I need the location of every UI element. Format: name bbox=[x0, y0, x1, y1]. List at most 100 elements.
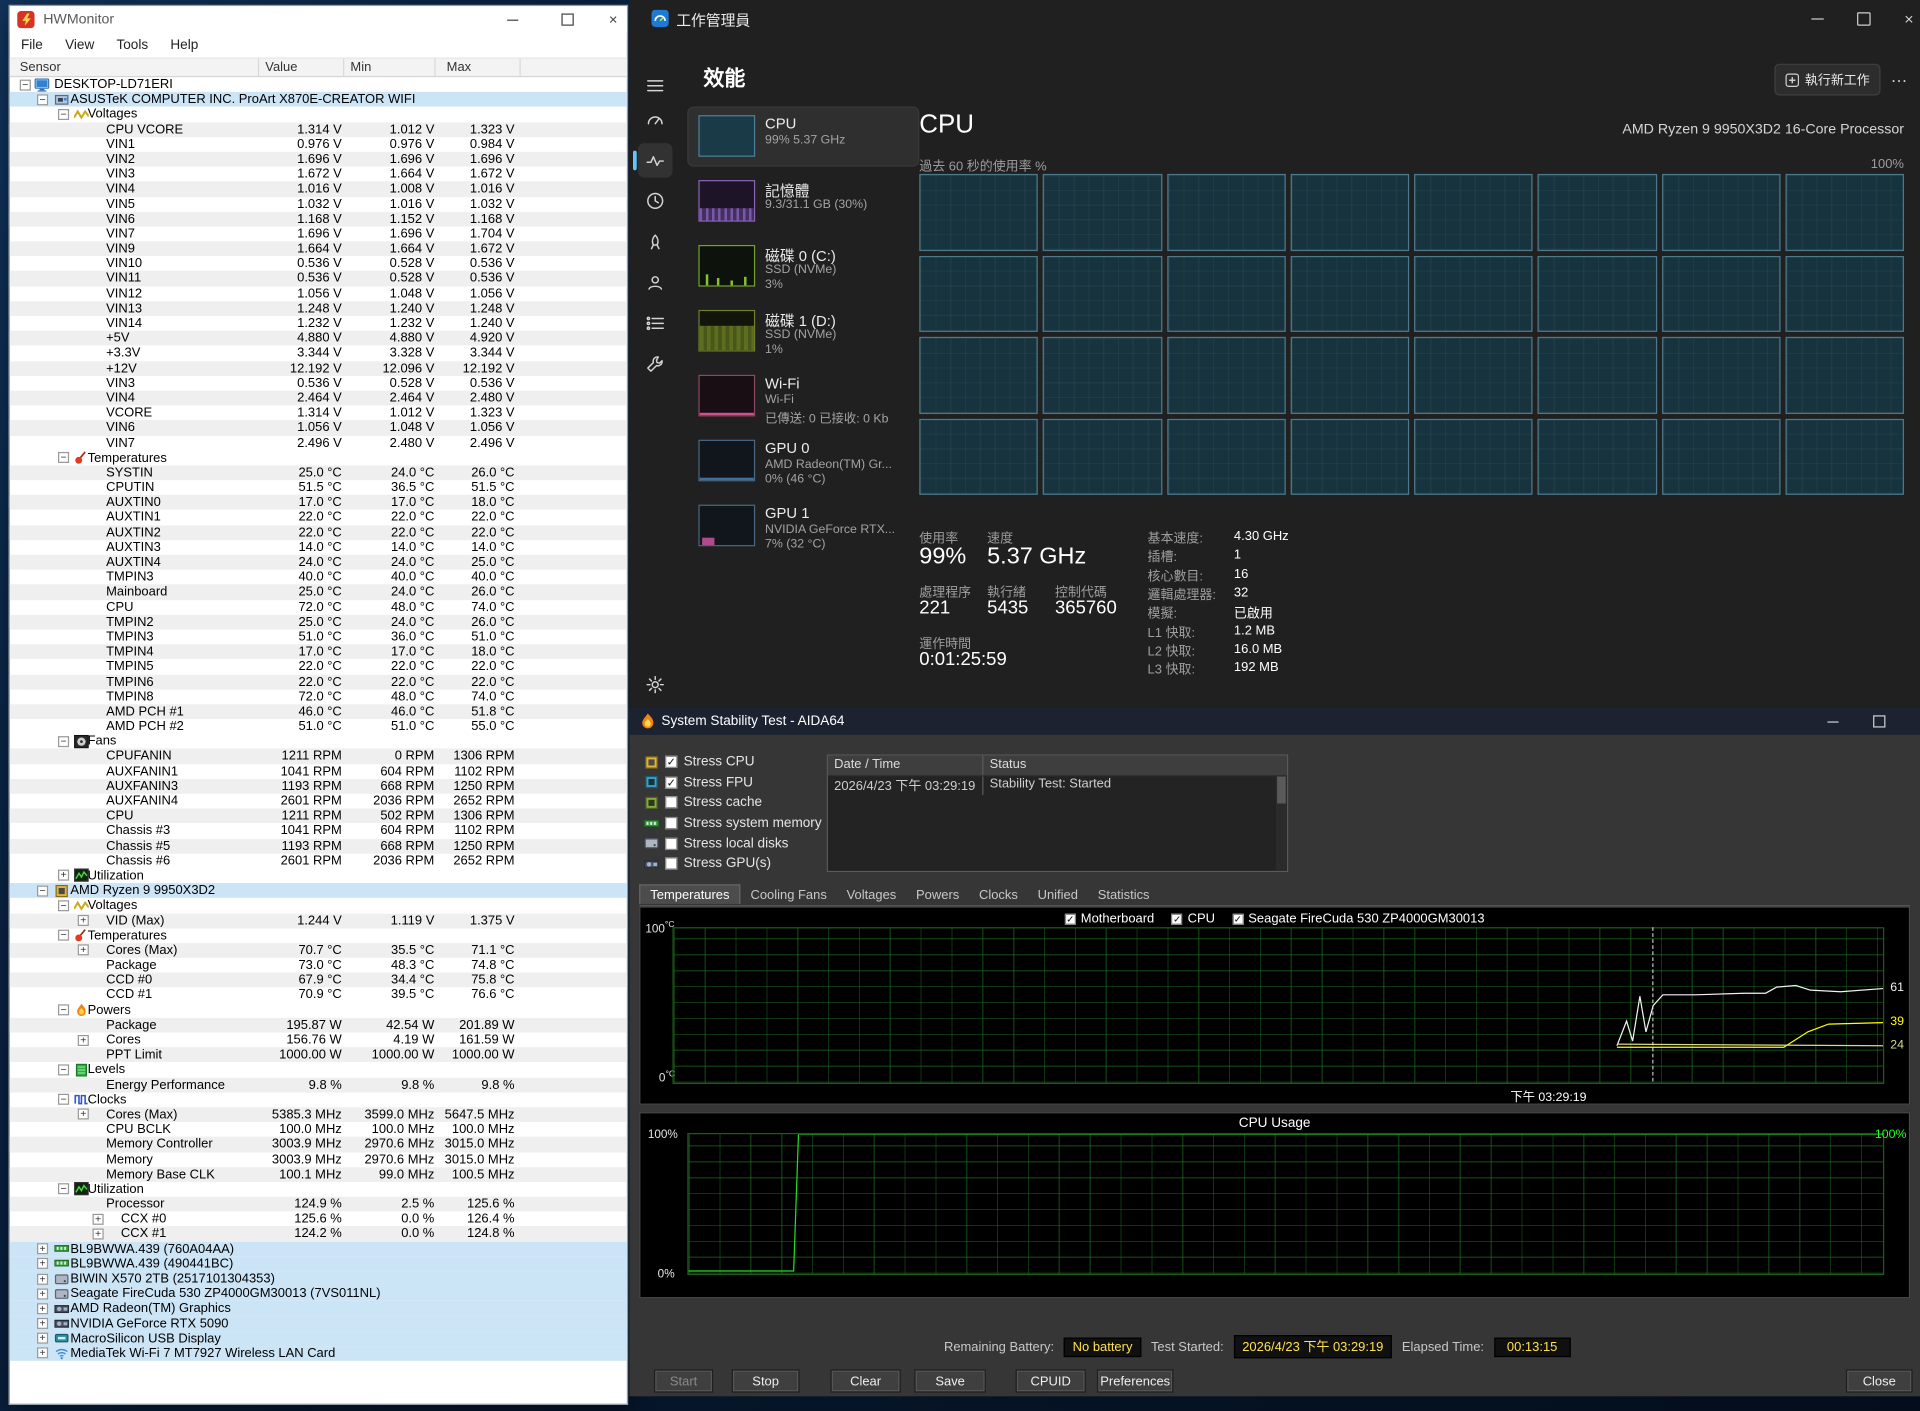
sensor-row[interactable]: CPU BCLK100.0 MHz100.0 MHz100.0 MHz bbox=[10, 1122, 627, 1137]
tree-node-row[interactable]: +BIWIN X570 2TB (2517101304353) bbox=[10, 1271, 627, 1286]
sensor-row[interactable]: CPU VCORE1.314 V1.012 V1.323 V bbox=[10, 122, 627, 137]
sensor-row[interactable]: VIN71.696 V1.696 V1.704 V bbox=[10, 226, 627, 241]
rail-item-details[interactable] bbox=[638, 306, 673, 340]
close-icon[interactable]: × bbox=[1908, 708, 1920, 735]
expand-icon[interactable]: + bbox=[58, 870, 69, 881]
save-button[interactable]: Save bbox=[914, 1369, 986, 1392]
sensor-row[interactable]: AUXFANIN31193 RPM668 RPM1250 RPM bbox=[10, 779, 627, 794]
collapse-icon[interactable]: − bbox=[58, 930, 69, 941]
tree-node-row[interactable]: +Seagate FireCuda 530 ZP4000GM30013 (7VS… bbox=[10, 1286, 627, 1301]
col-value[interactable]: Value bbox=[265, 60, 297, 75]
close-button[interactable]: Close bbox=[1846, 1369, 1913, 1392]
tree-node-row[interactable]: +MacroSilicon USB Display bbox=[10, 1331, 627, 1346]
sensor-row[interactable]: VIN42.464 V2.464 V2.480 V bbox=[10, 391, 627, 406]
sensor-row[interactable]: VIN30.536 V0.528 V0.536 V bbox=[10, 376, 627, 391]
close-icon[interactable]: × bbox=[594, 7, 633, 31]
tab-statistics[interactable]: Statistics bbox=[1088, 886, 1160, 904]
col-max[interactable]: Max bbox=[447, 60, 471, 75]
sensor-row[interactable]: +Cores156.76 W4.19 W161.59 W bbox=[10, 1033, 627, 1048]
sensor-row[interactable]: VIN51.032 V1.016 V1.032 V bbox=[10, 197, 627, 212]
menu-view[interactable]: View bbox=[54, 36, 105, 56]
expand-icon[interactable]: + bbox=[37, 1273, 48, 1284]
collapse-icon[interactable]: − bbox=[58, 736, 69, 747]
sensor-row[interactable]: AUXTIN314.0 °C14.0 °C14.0 °C bbox=[10, 540, 627, 555]
minimize-icon[interactable] bbox=[1795, 0, 1839, 37]
tree-node-row[interactable]: −Clocks bbox=[10, 1092, 627, 1107]
stress-option[interactable]: ✓Stress FPU bbox=[644, 772, 822, 792]
expand-icon[interactable]: + bbox=[93, 1228, 104, 1239]
legend-item[interactable]: ✓Motherboard bbox=[1065, 911, 1155, 926]
sensor-row[interactable]: Chassis #31041 RPM604 RPM1102 RPM bbox=[10, 824, 627, 839]
menu-tools[interactable]: Tools bbox=[105, 36, 159, 56]
tree-node-row[interactable]: +NVIDIA GeForce RTX 5090 bbox=[10, 1316, 627, 1331]
expand-icon[interactable]: + bbox=[78, 1109, 89, 1120]
sensor-row[interactable]: VIN131.248 V1.240 V1.248 V bbox=[10, 301, 627, 316]
checkbox[interactable]: ✓ bbox=[665, 756, 677, 768]
start-button[interactable]: Start bbox=[654, 1369, 713, 1392]
expand-icon[interactable]: + bbox=[78, 945, 89, 956]
clear-button[interactable]: Clear bbox=[830, 1369, 900, 1392]
sensor-row[interactable]: SYSTIN25.0 °C24.0 °C26.0 °C bbox=[10, 465, 627, 480]
sensor-row[interactable]: AMD PCH #251.0 °C51.0 °C55.0 °C bbox=[10, 719, 627, 734]
sensor-row[interactable]: VCORE1.314 V1.012 V1.323 V bbox=[10, 406, 627, 421]
col-sensor[interactable]: Sensor bbox=[20, 60, 61, 75]
tab-unified[interactable]: Unified bbox=[1028, 886, 1088, 904]
sensor-row[interactable]: +CCX #1124.2 %0.0 %124.8 % bbox=[10, 1227, 627, 1242]
sensor-row[interactable]: VIN10.976 V0.976 V0.984 V bbox=[10, 137, 627, 152]
sensor-row[interactable]: AUXTIN424.0 °C24.0 °C25.0 °C bbox=[10, 555, 627, 570]
sensor-row[interactable]: +12V12.192 V12.096 V12.192 V bbox=[10, 361, 627, 376]
stress-option[interactable]: Stress cache bbox=[644, 793, 822, 813]
minimize-icon[interactable] bbox=[492, 7, 531, 31]
rail-item-processes[interactable] bbox=[638, 103, 673, 137]
sensor-row[interactable]: Package195.87 W42.54 W201.89 W bbox=[10, 1018, 627, 1033]
sensor-row[interactable]: VIN100.536 V0.528 V0.536 V bbox=[10, 256, 627, 271]
collapse-icon[interactable]: − bbox=[58, 1005, 69, 1016]
column-headers[interactable]: Sensor Value Min Max bbox=[10, 59, 627, 77]
sensor-row[interactable]: VIN72.496 V2.480 V2.496 V bbox=[10, 435, 627, 450]
taskmgr-titlebar[interactable]: 工作管理員 × bbox=[629, 0, 1920, 37]
tree-node-row[interactable]: −AMD Ryzen 9 9950X3D2 bbox=[10, 883, 627, 898]
menu-file[interactable]: File bbox=[10, 36, 54, 56]
log-scrollbar[interactable] bbox=[1276, 775, 1287, 871]
log-col-status[interactable]: Status bbox=[983, 756, 1287, 776]
sensor-row[interactable]: Chassis #62601 RPM2036 RPM2652 RPM bbox=[10, 853, 627, 868]
sensor-row[interactable]: TMPIN340.0 °C40.0 °C40.0 °C bbox=[10, 570, 627, 585]
expand-icon[interactable]: + bbox=[37, 1333, 48, 1344]
sensor-row[interactable]: VIN61.168 V1.152 V1.168 V bbox=[10, 212, 627, 227]
collapse-icon[interactable]: − bbox=[58, 900, 69, 911]
stress-option[interactable]: Stress GPU(s) bbox=[644, 854, 822, 874]
tree-node-row[interactable]: −ASUSTeK COMPUTER INC. ProArt X870E-CREA… bbox=[10, 92, 627, 107]
resource-card-disk1[interactable]: 磁碟 1 (D:)SSD (NVMe)1% bbox=[689, 303, 919, 361]
sensor-row[interactable]: VIN61.056 V1.048 V1.056 V bbox=[10, 420, 627, 435]
sensor-row[interactable]: VIN110.536 V0.528 V0.536 V bbox=[10, 271, 627, 286]
rail-item-settings[interactable] bbox=[638, 668, 673, 702]
checkbox[interactable]: ✓ bbox=[1172, 913, 1183, 924]
collapse-icon[interactable]: − bbox=[37, 94, 48, 105]
collapse-icon[interactable]: − bbox=[58, 452, 69, 463]
sensor-row[interactable]: CPU72.0 °C48.0 °C74.0 °C bbox=[10, 600, 627, 615]
aida64-titlebar[interactable]: System Stability Test - AIDA64 × bbox=[629, 708, 1920, 735]
collapse-icon[interactable]: − bbox=[58, 1064, 69, 1075]
rail-item-services[interactable] bbox=[638, 347, 673, 381]
expand-icon[interactable]: + bbox=[78, 915, 89, 926]
sensor-row[interactable]: AMD PCH #146.0 °C46.0 °C51.8 °C bbox=[10, 704, 627, 719]
sensor-row[interactable]: +3.3V3.344 V3.328 V3.344 V bbox=[10, 346, 627, 361]
resource-card-mem[interactable]: 記憶體9.3/31.1 GB (30%) bbox=[689, 173, 919, 231]
menu-help[interactable]: Help bbox=[159, 36, 209, 56]
checkbox[interactable] bbox=[665, 817, 677, 829]
expand-icon[interactable]: + bbox=[37, 1348, 48, 1359]
sensor-row[interactable]: Processor124.9 %2.5 %125.6 % bbox=[10, 1197, 627, 1212]
tab-temperatures[interactable]: Temperatures bbox=[639, 884, 740, 904]
sensor-row[interactable]: Memory Base CLK100.1 MHz99.0 MHz100.5 MH… bbox=[10, 1167, 627, 1182]
sensor-row[interactable]: VIN21.696 V1.696 V1.696 V bbox=[10, 152, 627, 167]
tab-clocks[interactable]: Clocks bbox=[969, 886, 1028, 904]
sensor-row[interactable]: Chassis #51193 RPM668 RPM1250 RPM bbox=[10, 838, 627, 853]
collapse-icon[interactable]: − bbox=[58, 109, 69, 120]
tree-node-row[interactable]: +AMD Radeon(TM) Graphics bbox=[10, 1301, 627, 1316]
sensor-row[interactable]: VIN91.664 V1.664 V1.672 V bbox=[10, 241, 627, 256]
log-col-datetime[interactable]: Date / Time bbox=[828, 756, 983, 776]
expand-icon[interactable]: + bbox=[37, 1318, 48, 1329]
tree-node-row[interactable]: +MediaTek Wi-Fi 7 MT7927 Wireless LAN Ca… bbox=[10, 1346, 627, 1361]
stop-button[interactable]: Stop bbox=[732, 1369, 800, 1392]
maximize-icon[interactable] bbox=[548, 7, 587, 31]
